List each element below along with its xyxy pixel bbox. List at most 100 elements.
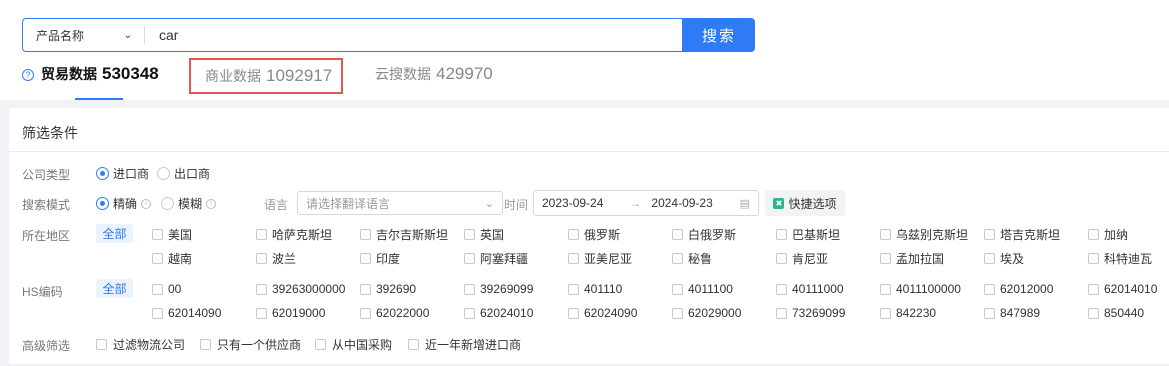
checkbox-option[interactable]: 4011100000: [880, 282, 961, 296]
info-icon[interactable]: i: [206, 198, 217, 209]
radio-exporter[interactable]: 出口商: [157, 165, 210, 182]
checkbox-label: 4011100000: [896, 282, 961, 296]
company-type-label: 公司类型: [22, 168, 71, 182]
hs-code-label: HS编码: [22, 285, 63, 299]
checkbox-label: 40111000: [792, 282, 844, 296]
checkbox-option[interactable]: 秘鲁: [672, 250, 712, 267]
language-select[interactable]: 请选择翻译语言 ⌄: [297, 191, 503, 215]
search-mode-label: 搜索模式: [22, 198, 71, 212]
checkbox-option[interactable]: 62019000: [256, 306, 325, 320]
checkbox-label: 39269099: [480, 282, 534, 296]
checkbox-option[interactable]: 埃及: [984, 250, 1024, 267]
checkbox-label: 847989: [1000, 306, 1041, 320]
divider: [9, 151, 1169, 152]
checkbox-option[interactable]: 62012000: [984, 282, 1053, 296]
radio-fuzzy[interactable]: 模糊 i: [161, 195, 217, 212]
checkbox-option[interactable]: 62024090: [568, 306, 637, 320]
tab-business-data[interactable]: 商业数据 1092917: [189, 58, 344, 94]
help-icon[interactable]: ?: [22, 69, 34, 81]
checkbox-from-china[interactable]: 从中国采购: [315, 336, 392, 353]
checkbox-option[interactable]: 巴基斯坦: [776, 226, 840, 243]
radio-checked-icon: [96, 167, 109, 180]
checkbox-option[interactable]: 73269099: [776, 306, 845, 320]
checkbox-icon: [464, 307, 475, 319]
checkbox-option[interactable]: 401110: [568, 282, 622, 296]
checkbox-label: 越南: [168, 252, 193, 266]
checkbox-option[interactable]: 肯尼亚: [776, 250, 828, 267]
checkbox-option[interactable]: 美国: [152, 226, 192, 243]
checkbox-option[interactable]: 塔吉克斯坦: [984, 226, 1060, 243]
checkbox-option[interactable]: 波兰: [256, 250, 296, 267]
checkbox-icon: [1088, 283, 1099, 295]
checkbox-icon: [152, 253, 163, 264]
checkbox-label: 波兰: [272, 252, 297, 266]
search-input[interactable]: [145, 20, 682, 50]
checkbox-icon: [256, 253, 267, 264]
checkbox-option[interactable]: 阿塞拜疆: [464, 250, 528, 267]
checkbox-option[interactable]: 4011100: [672, 282, 733, 296]
checkbox-option[interactable]: 亚美尼亚: [568, 250, 632, 267]
radio-exact[interactable]: 精确 i: [96, 195, 152, 212]
checkbox-label: 392690: [376, 282, 417, 296]
tab-label: 云搜数据: [375, 66, 431, 82]
checkbox-option[interactable]: 842230: [880, 306, 936, 320]
checkbox-option[interactable]: 62014010: [1088, 282, 1157, 296]
checkbox-filter-logistics[interactable]: 过滤物流公司: [96, 336, 185, 353]
checkbox-single-supplier[interactable]: 只有一个供应商: [200, 336, 301, 353]
radio-label: 进口商: [113, 167, 150, 181]
radio-label: 出口商: [174, 167, 211, 181]
info-icon[interactable]: i: [141, 198, 152, 209]
checkbox-label: 亚美尼亚: [584, 252, 633, 266]
search-field-select[interactable]: 产品名称 ⌄: [23, 26, 145, 44]
checkbox-label: 巴基斯坦: [792, 228, 841, 242]
checkbox-option[interactable]: 847989: [984, 306, 1040, 320]
checkbox-label: 俄罗斯: [584, 228, 621, 242]
checkbox-icon: [672, 253, 683, 264]
tab-cloud-search-data[interactable]: 云搜数据 429970: [375, 64, 493, 84]
checkbox-option[interactable]: 吉尔吉斯斯坦: [360, 226, 448, 243]
checkbox-icon: [672, 307, 683, 319]
checkbox-option[interactable]: 越南: [152, 250, 192, 267]
checkbox-option[interactable]: 62029000: [672, 306, 741, 320]
date-start[interactable]: 2023-09-24: [542, 196, 603, 210]
checkbox-new-importers[interactable]: 近一年新增进口商: [408, 336, 521, 353]
search-header: 产品名称 ⌄ 搜索 ? 贸易数据 530348 商业数据 1092917 云搜数…: [0, 0, 1169, 100]
checkbox-option[interactable]: 850440: [1088, 306, 1144, 320]
checkbox-icon: [360, 307, 371, 319]
checkbox-option[interactable]: 俄罗斯: [568, 226, 620, 243]
checkbox-option[interactable]: 39269099: [464, 282, 533, 296]
checkbox-option[interactable]: 00: [152, 282, 181, 296]
checkbox-option[interactable]: 39263000000: [256, 282, 345, 296]
checkbox-option[interactable]: 加纳: [1088, 226, 1128, 243]
radio-importer[interactable]: 进口商: [96, 165, 149, 182]
checkbox-icon: [880, 253, 891, 264]
checkbox-option[interactable]: 印度: [360, 250, 400, 267]
checkbox-option[interactable]: 白俄罗斯: [672, 226, 736, 243]
checkbox-option[interactable]: 392690: [360, 282, 416, 296]
hs-code-all-tag[interactable]: 全部: [96, 279, 133, 298]
checkbox-label: 过滤物流公司: [113, 338, 186, 352]
checkbox-option[interactable]: 62014090: [152, 306, 221, 320]
tab-trade-data[interactable]: ? 贸易数据 530348: [22, 64, 159, 84]
search-button[interactable]: 搜索: [683, 18, 755, 52]
checkbox-label: 39263000000: [272, 282, 346, 296]
search-field: 产品名称 ⌄: [22, 18, 683, 52]
date-end[interactable]: 2024-09-23: [651, 196, 712, 210]
region-all-tag[interactable]: 全部: [96, 224, 133, 243]
checkbox-label: 科特迪瓦: [1104, 252, 1153, 266]
quick-options-button[interactable]: ✖ 快捷选项: [765, 190, 845, 216]
checkbox-option[interactable]: 乌兹别克斯坦: [880, 226, 968, 243]
checkbox-label: 肯尼亚: [792, 252, 829, 266]
checkbox-option[interactable]: 哈萨克斯坦: [256, 226, 332, 243]
checkbox-label: 62029000: [688, 306, 742, 320]
date-range-picker[interactable]: 2023-09-24 → 2024-09-23 ▤: [533, 190, 759, 216]
checkbox-option[interactable]: 英国: [464, 226, 504, 243]
chevron-down-icon: ⌄: [123, 29, 132, 41]
checkbox-option[interactable]: 孟加拉国: [880, 250, 944, 267]
checkbox-option[interactable]: 40111000: [776, 282, 844, 296]
checkbox-option[interactable]: 62024010: [464, 306, 533, 320]
checkbox-label: 乌兹别克斯坦: [896, 228, 969, 242]
checkbox-option[interactable]: 科特迪瓦: [1088, 250, 1152, 267]
checkbox-option[interactable]: 62022000: [360, 306, 429, 320]
checkbox-icon: [776, 229, 787, 240]
